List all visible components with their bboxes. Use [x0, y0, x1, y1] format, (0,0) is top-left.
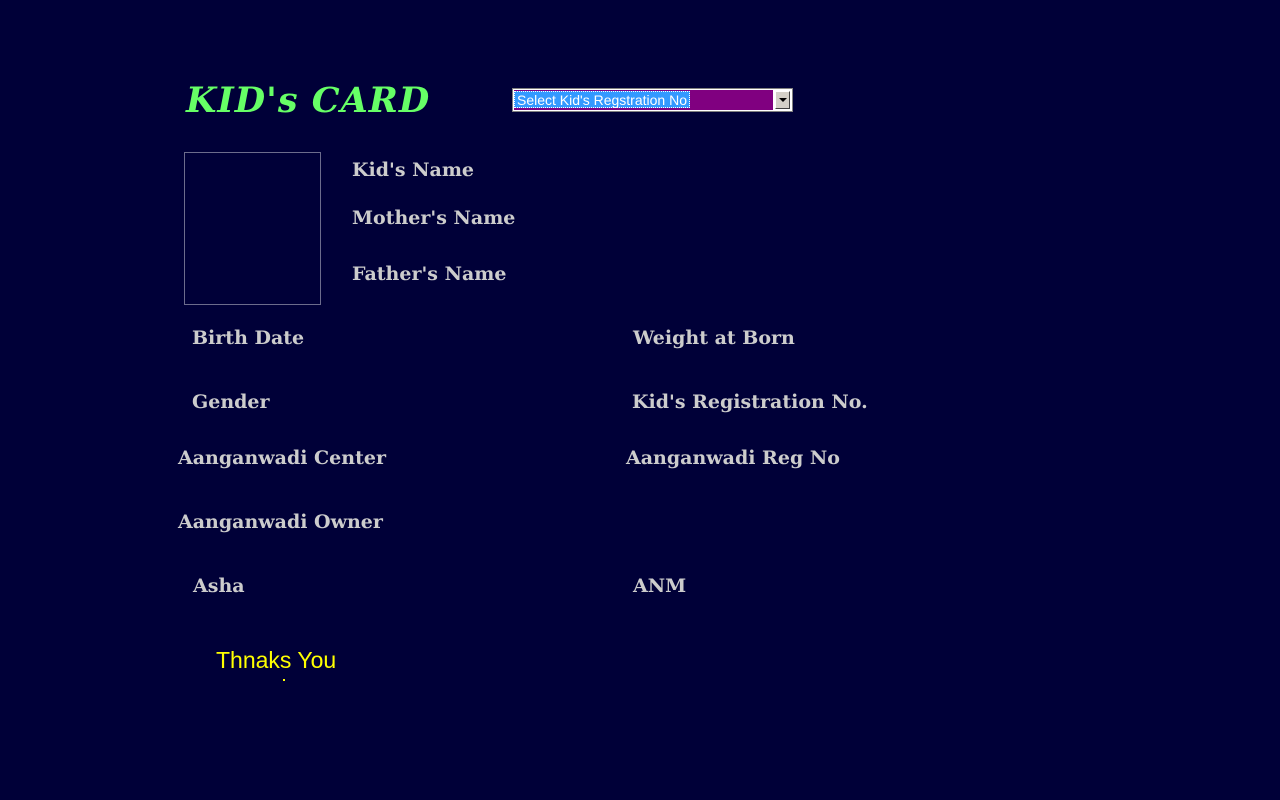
kid-photo-frame [184, 152, 321, 305]
aanganwadi-reg-no-label: Aanganwadi Reg No [626, 447, 840, 469]
birth-date-label: Birth Date [192, 327, 305, 349]
page-title: KID's CARD [186, 80, 431, 121]
kids-name-label: Kid's Name [352, 159, 475, 181]
registration-number-select[interactable]: Select Kid's Regstration No [512, 88, 793, 112]
text-cursor-mark [283, 679, 285, 681]
kids-registration-no-label: Kid's Registration No. [632, 391, 868, 413]
aanganwadi-owner-label: Aanganwadi Owner [178, 511, 383, 533]
registration-select-field[interactable]: Select Kid's Regstration No [514, 90, 773, 110]
asha-label: Asha [193, 575, 245, 597]
anm-label: ANM [633, 575, 687, 597]
fathers-name-label: Father's Name [352, 263, 507, 285]
registration-select-value: Select Kid's Regstration No [514, 91, 690, 108]
aanganwadi-center-label: Aanganwadi Center [178, 447, 386, 469]
thanks-message: Thnaks You [216, 647, 337, 673]
weight-at-born-label: Weight at Born [633, 327, 795, 349]
gender-label: Gender [192, 391, 270, 413]
chevron-down-icon[interactable] [775, 91, 790, 109]
mothers-name-label: Mother's Name [352, 207, 516, 229]
